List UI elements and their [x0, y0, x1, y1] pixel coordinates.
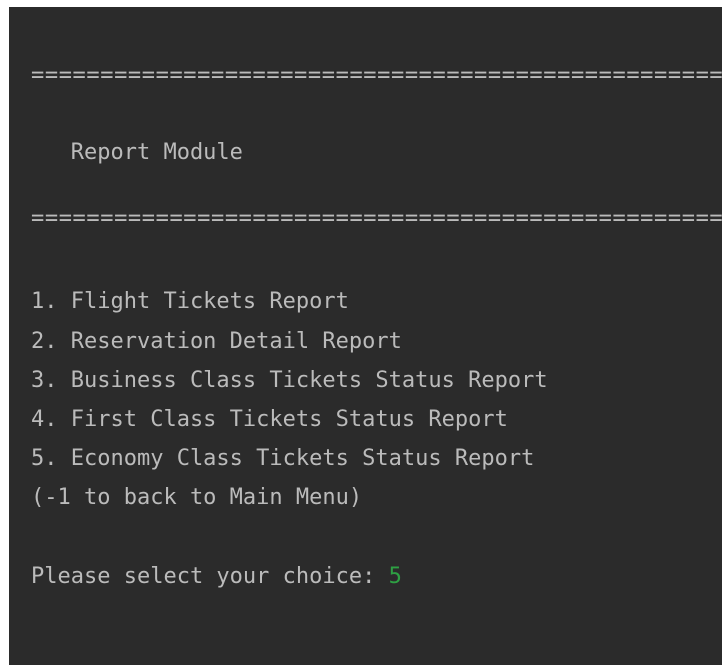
separator-bottom: ========================================… — [31, 206, 722, 231]
choice-prompt-line[interactable]: Please select your choice: 5 — [31, 563, 402, 591]
run-console-output: ========================================… — [9, 7, 722, 665]
menu-item-reservation-detail-report: 2. Reservation Detail Report — [31, 329, 402, 354]
menu-item-business-class-report: 3. Business Class Tickets Status Report — [31, 368, 548, 393]
module-title: Report Module — [31, 140, 243, 165]
menu-item-flight-tickets-report: 1. Flight Tickets Report — [31, 289, 349, 314]
menu-item-back-to-main-menu: (-1 to back to Main Menu) — [31, 485, 363, 510]
separator-top: ========================================… — [31, 63, 722, 88]
choice-prompt-label: Please select your choice: — [31, 564, 389, 589]
menu-item-first-class-report: 4. First Class Tickets Status Report — [31, 407, 508, 432]
menu-item-economy-class-report: 5. Economy Class Tickets Status Report — [31, 446, 535, 471]
choice-input-value[interactable]: 5 — [389, 564, 402, 589]
